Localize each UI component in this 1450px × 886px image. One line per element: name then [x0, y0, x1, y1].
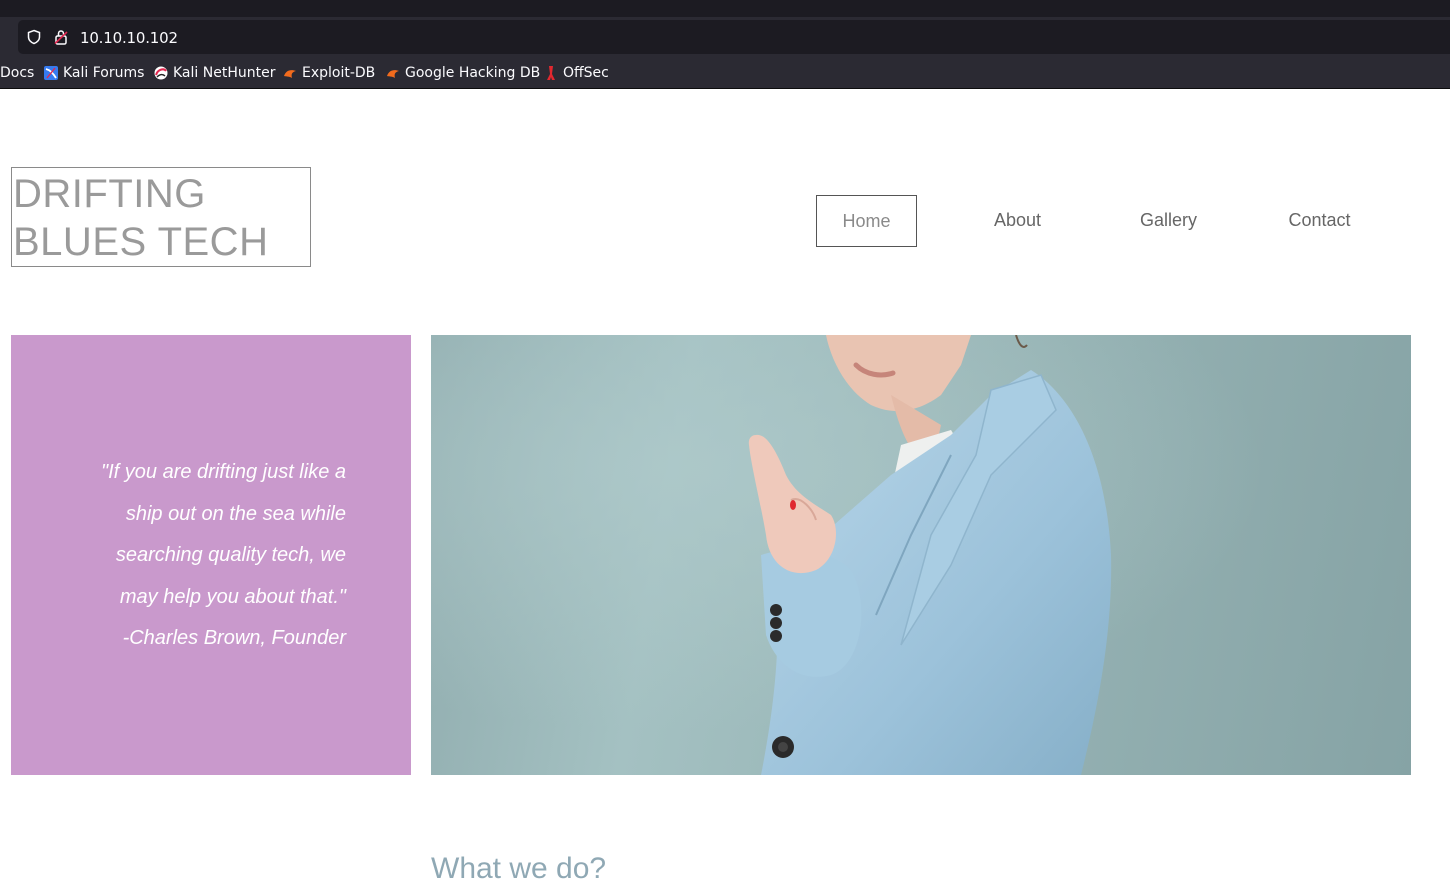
nav-gallery[interactable]: Gallery [1119, 195, 1218, 245]
nav-about[interactable]: About [968, 195, 1067, 245]
founder-quote: "If you are drifting just like a ship ou… [46, 452, 346, 660]
browser-tab-strip [0, 0, 1450, 17]
offsec-icon [547, 66, 555, 80]
quote-line: searching quality tech, we [115, 544, 346, 566]
hero-image [431, 335, 1411, 775]
bookmark-label: OffSec [563, 65, 609, 81]
site-logo[interactable]: DRIFTING BLUES TECH [11, 167, 311, 267]
bookmark-kali-forums[interactable]: Kali Forums [43, 64, 144, 82]
bookmark-label: Google Hacking DB [405, 65, 541, 81]
bookmark-docs[interactable]: Docs [0, 64, 34, 82]
bookmark-label: Kali Forums [63, 65, 145, 81]
url-text[interactable]: 10.10.10.102 [80, 29, 178, 47]
exploit-db-icon [284, 70, 296, 78]
quote-line: ship out on the sea while [125, 502, 346, 525]
bookmark-label: Exploit-DB [302, 65, 376, 81]
quote-author: -Charles Brown, Founder [122, 627, 346, 649]
address-bar[interactable]: 10.10.10.102 [18, 20, 1450, 54]
quote-line: "If you are drifting just like a [101, 461, 346, 483]
quote-panel: "If you are drifting just like a ship ou… [11, 335, 411, 775]
nav-contact[interactable]: Contact [1270, 195, 1369, 245]
bookmark-exploit-db[interactable]: Exploit-DB [282, 64, 375, 82]
google-hacking-db-icon [387, 70, 399, 78]
bookmark-label: Kali NetHunter [173, 65, 276, 81]
browser-toolbar: 10.10.10.102 [0, 17, 1450, 57]
insecure-lock-icon[interactable] [53, 29, 69, 45]
section-heading: What we do? [431, 852, 607, 885]
kali-forums-icon [44, 66, 58, 80]
nav-home[interactable]: Home [816, 195, 917, 247]
logo-line-2: BLUES TECH [13, 220, 269, 264]
bookmark-kali-nethunter[interactable]: Kali NetHunter [153, 64, 275, 82]
woman-pointing-illustration [431, 335, 1411, 775]
shield-icon[interactable] [26, 29, 42, 45]
bookmark-label: Docs [0, 65, 35, 81]
kali-nethunter-icon [154, 66, 168, 80]
bookmarks-toolbar: Docs Kali Forums Kali NetHunter Exploit-… [0, 57, 1450, 89]
bookmark-offsec[interactable]: OffSec [543, 64, 609, 82]
logo-line-1: DRIFTING [13, 172, 206, 216]
bookmark-google-hacking-db[interactable]: Google Hacking DB [385, 64, 540, 82]
quote-line: may help you about that." [119, 585, 346, 608]
